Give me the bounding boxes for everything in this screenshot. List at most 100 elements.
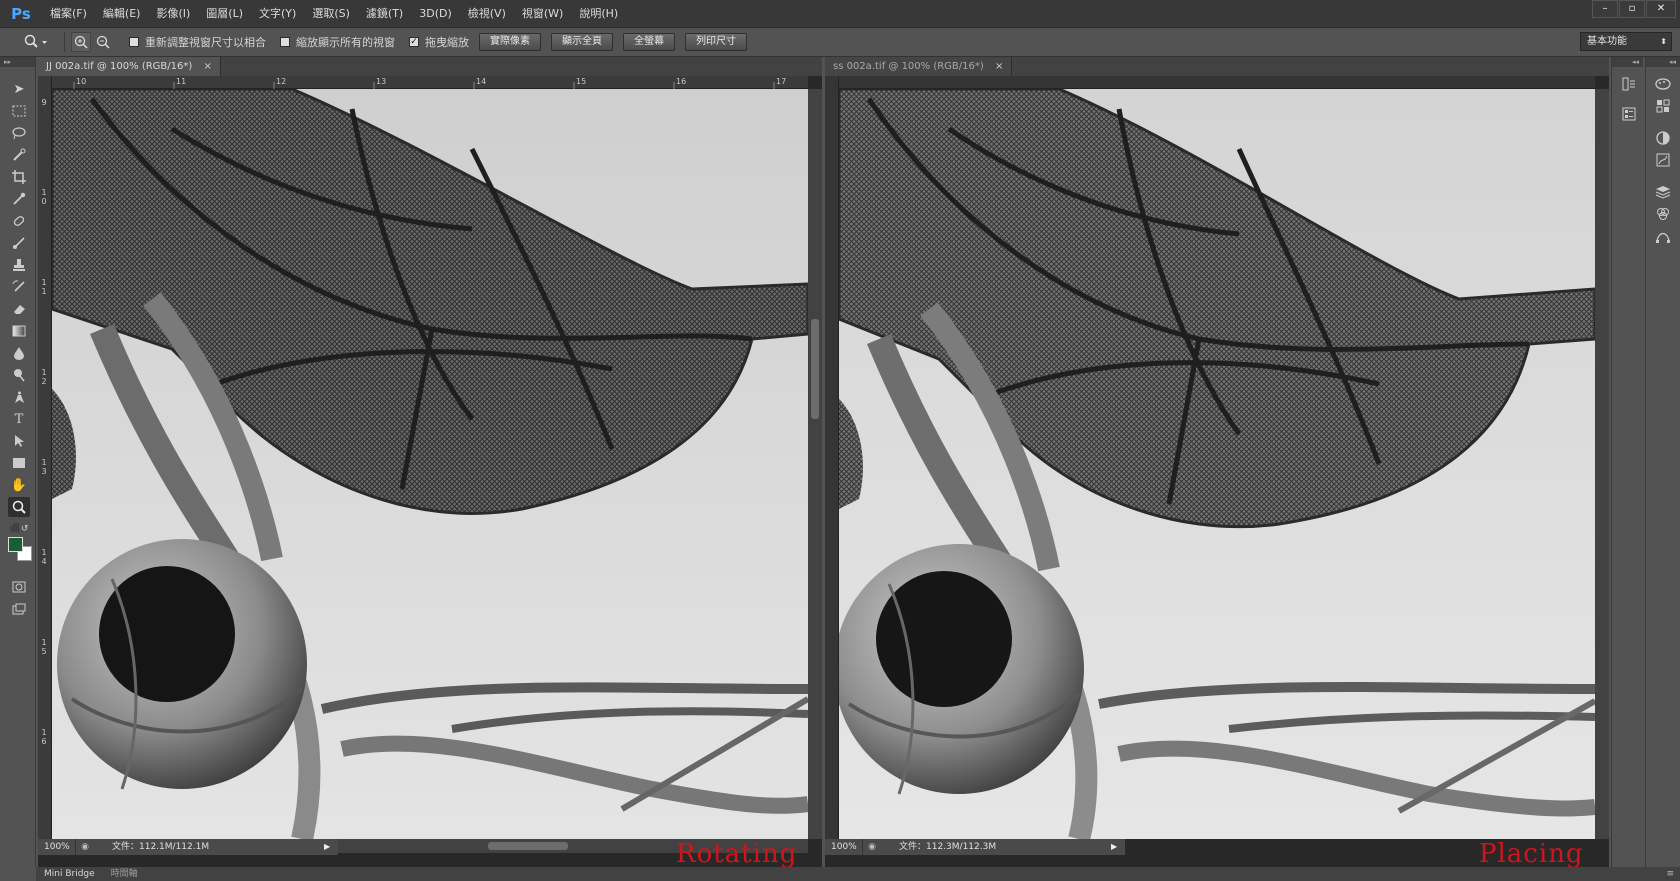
dodge-tool-icon[interactable] (8, 365, 30, 385)
menu-file[interactable]: 檔案(F) (42, 0, 95, 28)
scroll-thumb[interactable] (811, 319, 819, 419)
layers-panel-icon[interactable] (1653, 183, 1673, 201)
minimize-button[interactable]: – (1592, 0, 1618, 18)
default-colors-icon[interactable]: ⬛↺ (8, 519, 30, 539)
ruler-label: 1 2 (41, 368, 47, 386)
close-button[interactable]: ✕ (1646, 0, 1676, 18)
document-tab[interactable]: JJ 002a.tif @ 100% (RGB/16*) × (38, 57, 221, 76)
vertical-scrollbar[interactable] (808, 89, 822, 839)
ruler-label: 1 5 (41, 638, 47, 656)
menu-bar: Ps 檔案(F) 編輯(E) 影像(I) 圖層(L) 文字(Y) 選取(S) 濾… (0, 0, 1680, 28)
fill-screen-button[interactable]: 全螢幕 (623, 33, 675, 51)
image-canvas[interactable] (839, 89, 1595, 839)
zoom-all-windows-checkbox[interactable]: 縮放顯示所有的視窗 (280, 34, 395, 50)
checkbox-box[interactable] (129, 37, 139, 47)
eyedropper-tool-icon[interactable] (8, 189, 30, 209)
scroll-thumb[interactable] (488, 842, 568, 850)
blur-tool-icon[interactable] (8, 343, 30, 363)
channels-panel-icon[interactable] (1653, 205, 1673, 223)
foreground-color-swatch[interactable] (8, 537, 23, 552)
zoom-level[interactable]: 100% (825, 839, 863, 855)
document-tab[interactable]: ss 002a.tif @ 100% (RGB/16*) × (825, 57, 1013, 76)
document-tab-title: JJ 002a.tif @ 100% (RGB/16*) (46, 61, 193, 72)
panel-collapse-handle[interactable]: ◂◂ (1646, 57, 1680, 67)
document-size: 文件：112.1M/112.1M (112, 842, 210, 852)
menu-image[interactable]: 影像(I) (148, 0, 198, 28)
vertical-scrollbar[interactable] (1595, 89, 1609, 839)
eraser-tool-icon[interactable] (8, 299, 30, 319)
history-panel-icon[interactable] (1619, 75, 1639, 93)
styles-panel-icon[interactable] (1653, 151, 1673, 169)
marquee-tool-icon[interactable] (8, 101, 30, 121)
print-size-button[interactable]: 列印尺寸 (685, 33, 747, 51)
actual-pixels-button[interactable]: 實際像素 (479, 33, 541, 51)
ruler-label: 13 (376, 77, 387, 86)
status-menu-arrow-icon[interactable]: ▶ (324, 839, 338, 855)
menu-filter[interactable]: 濾鏡(T) (358, 0, 411, 28)
history-brush-tool-icon[interactable] (8, 277, 30, 297)
gradient-tool-icon[interactable] (8, 321, 30, 341)
path-selection-tool-icon[interactable] (8, 431, 30, 451)
paths-panel-icon[interactable] (1653, 227, 1673, 245)
close-tab-icon[interactable]: × (203, 61, 211, 72)
horizontal-ruler[interactable]: 10 11 12 13 14 15 16 17 (52, 76, 808, 89)
vertical-ruler[interactable]: 9 1 0 1 1 1 2 1 3 1 4 1 5 1 6 (38, 76, 52, 839)
panel-collapse-handle[interactable]: ▸▸ (0, 57, 35, 67)
clone-stamp-tool-icon[interactable] (8, 255, 30, 275)
horizontal-ruler[interactable] (839, 76, 1595, 89)
quick-mask-icon[interactable] (8, 577, 30, 597)
move-tool-icon[interactable]: ➤ (8, 79, 30, 99)
maximize-button[interactable]: ▫ (1619, 0, 1645, 18)
quick-selection-tool-icon[interactable] (8, 145, 30, 165)
document-size: 文件：112.3M/112.3M (899, 842, 997, 852)
checkbox-box-checked[interactable]: ✓ (409, 37, 419, 47)
crop-tool-icon[interactable] (8, 167, 30, 187)
zoom-in-button[interactable] (71, 32, 91, 52)
pen-tool-icon[interactable] (8, 387, 30, 407)
window-controls: – ▫ ✕ (1591, 0, 1676, 18)
screen-mode-icon[interactable] (8, 599, 30, 619)
menu-window[interactable]: 視窗(W) (514, 0, 571, 28)
close-tab-icon[interactable]: × (995, 61, 1003, 72)
status-info-icon[interactable]: ◉ (863, 839, 881, 855)
color-panel-icon[interactable] (1653, 75, 1673, 93)
menu-view[interactable]: 檢視(V) (460, 0, 514, 28)
adjustments-panel-icon[interactable] (1653, 129, 1673, 147)
menu-3d[interactable]: 3D(D) (411, 0, 460, 28)
bottom-panel-bar: Mini Bridge 時間軸 ≡ (36, 867, 1680, 881)
brush-tool-icon[interactable] (8, 233, 30, 253)
workspace-dropdown[interactable]: 基本功能 ⬍ (1580, 32, 1672, 51)
swatches-panel-icon[interactable] (1653, 97, 1673, 115)
healing-brush-tool-icon[interactable] (8, 211, 30, 231)
rectangle-tool-icon[interactable] (8, 453, 30, 473)
image-canvas[interactable] (52, 89, 808, 839)
zoom-tool-icon[interactable] (8, 497, 30, 517)
lasso-tool-icon[interactable] (8, 123, 30, 143)
menu-help[interactable]: 說明(H) (571, 0, 626, 28)
zoom-out-button[interactable] (93, 32, 113, 52)
resize-windows-checkbox[interactable]: 重新調整視窗尺寸以相合 (129, 34, 266, 50)
vertical-ruler[interactable] (825, 76, 839, 839)
properties-panel-icon[interactable] (1619, 105, 1639, 123)
panel-menu-icon[interactable]: ≡ (1666, 869, 1674, 879)
tools-panel: ▸▸ ➤ T ✋ ⬛↺ (0, 57, 36, 867)
fit-screen-button[interactable]: 顯示全頁 (551, 33, 613, 51)
tab-timeline[interactable]: 時間軸 (103, 867, 146, 881)
document-window-left: JJ 002a.tif @ 100% (RGB/16*) × 10 11 12 … (38, 57, 822, 869)
zoom-level[interactable]: 100% (38, 839, 76, 855)
scrubby-zoom-checkbox[interactable]: ✓ 拖曳縮放 (409, 34, 469, 50)
hand-tool-icon[interactable]: ✋ (8, 475, 30, 495)
zoom-out-icon (96, 35, 110, 49)
menu-edit[interactable]: 編輯(E) (95, 0, 149, 28)
tool-preset-picker[interactable] (14, 31, 58, 53)
type-tool-icon[interactable]: T (8, 409, 30, 429)
tab-mini-bridge[interactable]: Mini Bridge (36, 867, 103, 881)
status-info-icon[interactable]: ◉ (76, 839, 94, 855)
status-menu-arrow-icon[interactable]: ▶ (1111, 839, 1125, 855)
panel-collapse-handle[interactable]: ◂◂ (1612, 57, 1643, 67)
menu-type[interactable]: 文字(Y) (251, 0, 304, 28)
ruler-label: 15 (576, 77, 587, 86)
menu-layer[interactable]: 圖層(L) (198, 0, 251, 28)
menu-select[interactable]: 選取(S) (304, 0, 358, 28)
checkbox-box[interactable] (280, 37, 290, 47)
